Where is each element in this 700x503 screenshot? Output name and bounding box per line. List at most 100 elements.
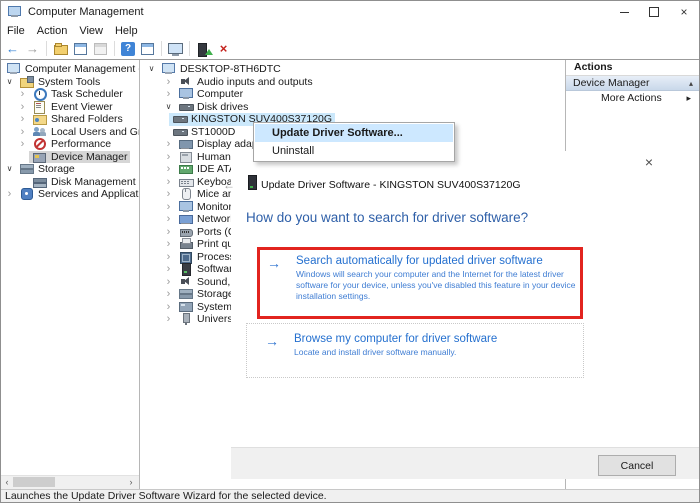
expander-icon[interactable]: › xyxy=(162,301,175,312)
horizontal-scrollbar[interactable]: ‹ › xyxy=(1,475,139,489)
storage-icon xyxy=(179,288,193,300)
tree-item-services-and-applications[interactable]: › Services and Applications xyxy=(1,188,139,201)
expander-icon[interactable]: › xyxy=(16,139,29,150)
tree-item-label: Local Users and Groups xyxy=(51,125,139,138)
mouse-icon xyxy=(179,188,193,201)
tree-item-task-scheduler[interactable]: › Task Scheduler xyxy=(1,88,139,102)
tree-item-desktop-8th6dtc[interactable]: ∨ DESKTOP-8TH6DTC xyxy=(140,63,565,76)
menu-item-view[interactable]: View xyxy=(73,25,109,37)
expander-icon[interactable]: › xyxy=(162,89,175,100)
computer-icon xyxy=(7,63,21,75)
tree-item-audio-inputs-and-outputs[interactable]: › Audio inputs and outputs xyxy=(140,76,565,89)
console-window-icon[interactable] xyxy=(139,41,156,57)
tree-item-label: Services and Applications xyxy=(38,188,140,201)
more-actions-item[interactable]: More Actions ▸ xyxy=(566,91,699,105)
tree-item-content: Local Users and Groups xyxy=(29,125,139,139)
processor-icon xyxy=(179,251,193,264)
expander-icon[interactable]: › xyxy=(162,314,175,325)
expander-icon[interactable]: ∨ xyxy=(3,164,16,174)
expander-icon[interactable]: › xyxy=(162,76,175,87)
expander-icon[interactable]: › xyxy=(16,126,29,137)
menu-item-help[interactable]: Help xyxy=(109,25,144,37)
expander-icon[interactable]: › xyxy=(162,226,175,237)
speaker-icon xyxy=(179,276,193,288)
option-browse-computer[interactable]: → Browse my computer for driver software… xyxy=(246,323,584,378)
tree-item-label: Disk drives xyxy=(197,100,249,113)
console-tree: Computer Management (Local) ∨ System Tools… xyxy=(1,60,139,201)
tree-item-local-users-and-groups[interactable]: › Local Users and Groups xyxy=(1,126,139,139)
tree-item-device-manager[interactable]: Device Manager xyxy=(1,150,139,163)
expander-icon[interactable]: › xyxy=(162,139,175,150)
tree-item-storage[interactable]: ∨ Storage xyxy=(1,163,139,176)
close-button[interactable]: × xyxy=(669,1,699,23)
expander-icon[interactable]: › xyxy=(162,176,175,187)
option-description: Windows will search your computer and th… xyxy=(296,269,576,302)
tree-item-shared-folders[interactable]: › Shared Folders xyxy=(1,113,139,126)
expander-icon[interactable]: › xyxy=(162,289,175,300)
tree-item-computer[interactable]: › Computer xyxy=(140,88,565,101)
menu-item-action[interactable]: Action xyxy=(31,25,74,37)
scrollbar-thumb[interactable] xyxy=(13,477,55,487)
tree-item-disk-management[interactable]: Disk Management xyxy=(1,176,139,189)
update-driver-icon[interactable] xyxy=(195,41,213,57)
expander-icon[interactable]: › xyxy=(162,189,175,200)
expander-icon[interactable]: ∨ xyxy=(3,77,16,87)
expander-icon[interactable]: › xyxy=(162,264,175,275)
drive-icon xyxy=(173,113,188,125)
dialog-header: ← Update Driver Software - KINGSTON SUV4… xyxy=(223,175,699,193)
display-icon[interactable] xyxy=(167,41,184,57)
expander-icon[interactable]: › xyxy=(16,89,29,100)
minimize-button[interactable] xyxy=(609,1,639,23)
delete-x-icon[interactable]: × xyxy=(215,41,232,57)
tree-item-content: Computer Management (Local) xyxy=(3,63,139,76)
expander-icon[interactable]: › xyxy=(16,114,29,125)
option-arrow-icon: → xyxy=(267,255,281,271)
printer-icon xyxy=(179,238,193,250)
option-title[interactable]: Search automatically for updated driver … xyxy=(296,255,572,267)
tree-item-disk-drives[interactable]: ∨ Disk drives xyxy=(140,101,565,114)
expander-icon[interactable]: › xyxy=(162,151,175,162)
dialog-close-icon[interactable]: × xyxy=(645,154,653,170)
tree-item-content: Performance xyxy=(29,138,114,151)
actions-group-device-manager[interactable]: Device Manager ▴ xyxy=(566,76,699,91)
option-title[interactable]: Browse my computer for driver software xyxy=(294,333,575,345)
expander-icon[interactable]: › xyxy=(162,239,175,250)
dialog-heading: How do you want to search for driver sof… xyxy=(246,210,529,225)
scroll-right-icon[interactable]: › xyxy=(125,476,137,488)
tree-item-computer-management-local[interactable]: Computer Management (Local) xyxy=(1,63,139,76)
tree-item-label: Storage xyxy=(38,163,75,176)
expander-icon[interactable]: › xyxy=(162,201,175,212)
forward-arrow-icon[interactable]: → xyxy=(24,41,41,57)
expander-icon[interactable]: ∨ xyxy=(162,102,175,112)
scroll-left-icon[interactable]: ‹ xyxy=(1,476,13,488)
tree-item-event-viewer[interactable]: › Event Viewer xyxy=(1,100,139,114)
help-icon[interactable] xyxy=(121,41,135,56)
up-folder-icon[interactable] xyxy=(52,41,69,57)
console-window-icon[interactable] xyxy=(72,41,89,57)
task-scheduler-icon xyxy=(33,88,47,102)
expander-icon[interactable]: › xyxy=(16,101,29,112)
back-arrow-icon[interactable]: ← xyxy=(4,41,21,57)
title-bar: Computer Management × xyxy=(1,1,699,23)
context-menu-item-uninstall[interactable]: Uninstall xyxy=(255,142,453,160)
collapse-caret-icon[interactable]: ▴ xyxy=(689,79,693,88)
expander-icon[interactable]: › xyxy=(162,214,175,225)
monitor-icon xyxy=(179,200,193,213)
tree-item-label: System Tools xyxy=(38,75,101,88)
tree-item-performance[interactable]: › Performance xyxy=(1,138,139,151)
context-menu-item-update-driver-software[interactable]: Update Driver Software... xyxy=(255,124,453,142)
performance-icon xyxy=(33,138,47,151)
option-search-automatically[interactable]: → Search automatically for updated drive… xyxy=(257,247,583,319)
tree-item-system-tools[interactable]: ∨ System Tools xyxy=(1,75,139,89)
expander-icon[interactable]: › xyxy=(162,251,175,262)
window-disabled-icon xyxy=(92,41,109,57)
menu-item-file[interactable]: File xyxy=(1,25,31,37)
cancel-button[interactable]: Cancel xyxy=(598,455,676,476)
expander-icon[interactable]: ∨ xyxy=(145,64,158,74)
expander-icon[interactable]: › xyxy=(162,276,175,287)
maximize-button[interactable] xyxy=(639,1,669,23)
expander-icon[interactable]: › xyxy=(3,189,16,200)
expander-icon[interactable]: › xyxy=(162,164,175,175)
toolbar-separator xyxy=(46,41,47,56)
submenu-arrow-icon: ▸ xyxy=(686,92,691,103)
